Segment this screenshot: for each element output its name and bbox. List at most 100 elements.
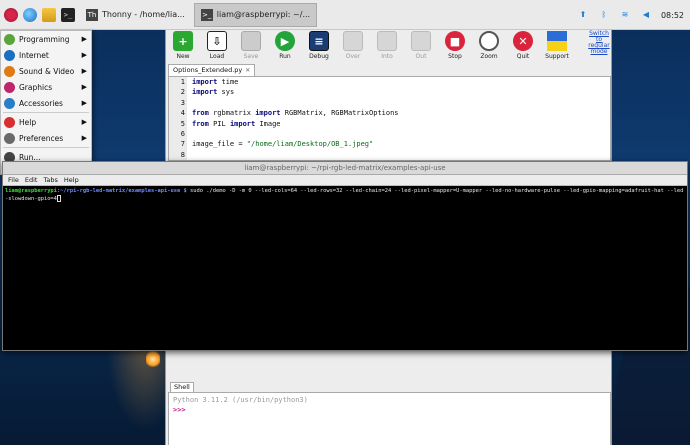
tool-label: Debug [309, 53, 329, 60]
browser-launcher-icon[interactable] [23, 7, 37, 22]
update-icon[interactable]: ⬆ [577, 9, 589, 21]
code-editor[interactable]: 1234567891011 import timeimport sysfrom … [168, 76, 611, 161]
raspberry-menu-icon[interactable] [4, 7, 18, 22]
tool-into-button[interactable]: Into [370, 31, 404, 60]
line-number: 5 [180, 119, 185, 128]
shell-prompt: >>> [173, 406, 186, 414]
menu-item-label: Preferences [19, 133, 64, 143]
python-shell[interactable]: Python 3.11.2 (/usr/bin/python3) >>> [168, 392, 611, 445]
menu-item-graphics[interactable]: Graphics ▶ [1, 79, 91, 95]
tool-label: Save [243, 53, 259, 60]
tool-label: Run [279, 53, 291, 60]
clock[interactable]: 08:52 [661, 11, 684, 20]
code-icon [4, 33, 15, 45]
zoom-icon [479, 31, 499, 51]
code-line: from PIL import Image [192, 119, 399, 129]
menu-item-label: Programming [19, 34, 70, 44]
terminal-menu-tabs[interactable]: Tabs [40, 175, 60, 185]
menu-item-help[interactable]: Help ▶ [1, 114, 91, 130]
menu-item-label: Help [19, 117, 37, 127]
tool-stop-button[interactable]: ■ Stop [438, 31, 472, 60]
close-tab-icon[interactable]: ✕ [245, 65, 250, 76]
terminal-body[interactable]: liam@raspberrypi:~/rpi-rgb-led-matrix/ex… [3, 186, 687, 204]
terminal-path: :~/rpi-rgb-led-matrix/examples-api-use $ [56, 188, 187, 194]
tool-label: Out [415, 53, 427, 60]
taskbar-task-label: Thonny - /home/lia... [102, 10, 185, 19]
tool-new-button[interactable]: + New [166, 31, 200, 60]
stop-icon: ■ [445, 31, 465, 51]
line-number: 4 [180, 109, 185, 118]
submenu-arrow-icon: ▶ [81, 35, 87, 43]
terminal-menu-help[interactable]: Help [61, 175, 82, 185]
submenu-arrow-icon: ▶ [81, 51, 87, 59]
load-icon: ⇩ [207, 31, 227, 51]
switch-regular-mode-link[interactable]: Switch to regular mode [586, 31, 612, 55]
wifi-icon[interactable]: ≋ [619, 9, 631, 21]
terminal-user-host: liam@raspberrypi [5, 188, 57, 194]
code-token: RGBMatrix, RGBMatrixOptions [280, 109, 399, 118]
line-number: 1 [180, 78, 185, 86]
shell-tab[interactable]: Shell [170, 382, 194, 392]
terminal-launcher-icon[interactable]: >_ [61, 7, 75, 22]
tool-debug-button[interactable]: ≡ Debug [302, 31, 336, 60]
tool-label: New [176, 53, 190, 60]
code-token: Image [255, 119, 281, 128]
thonny-toolbar: + New ⇩ Load Save ▶ Run ≡ Debug Over Into Out ■ Stop Z… [166, 30, 611, 64]
tool-run-button[interactable]: ▶ Run [268, 31, 302, 60]
menu-item-accessories[interactable]: Accessories ▶ [1, 95, 91, 111]
code-line: from rgbmatrix import RGBMatrix, RGBMatr… [192, 108, 399, 118]
step-into-icon [377, 31, 397, 51]
code-token: import [192, 88, 218, 97]
code-token: import [229, 119, 256, 128]
submenu-arrow-icon: ▶ [81, 83, 87, 91]
menu-item-label: Sound & Video [19, 66, 75, 76]
tool-load-button[interactable]: ⇩ Load [200, 31, 234, 60]
quit-icon: ✕ [513, 31, 533, 51]
editor-tab-options-extended[interactable]: Options_Extended.py ✕ [168, 64, 256, 76]
thonny-icon: Th [86, 8, 98, 21]
tool-quit-button[interactable]: ✕ Quit [506, 31, 540, 60]
save-icon [241, 31, 261, 51]
taskbar-tasks: Th Thonny - /home/lia... >_ liam@raspberryp… [80, 2, 320, 27]
menu-item-preferences[interactable]: Preferences ▶ [1, 130, 91, 146]
line-number-gutter: 1234567891011 [169, 77, 187, 160]
shell-version: Python 3.11.2 (/usr/bin/python3) [173, 396, 308, 404]
code-token: PIL [208, 119, 230, 128]
line-number: 6 [180, 129, 185, 138]
line-number: 2 [180, 88, 185, 97]
tool-label: Load [209, 53, 225, 60]
tool-over-button[interactable]: Over [336, 31, 370, 60]
file-manager-launcher-icon[interactable] [42, 7, 56, 22]
tool-support-button[interactable]: Support [540, 31, 574, 60]
submenu-arrow-icon: ▶ [81, 118, 87, 126]
tool-label: Over [345, 53, 361, 60]
terminal-title[interactable]: liam@raspberrypi: ~/rpi-rgb-led-matrix/e… [3, 162, 687, 175]
taskbar-task-label: liam@raspberrypi: ~/... [216, 10, 311, 19]
menu-item-internet[interactable]: Internet ▶ [1, 47, 91, 63]
terminal-menu-edit[interactable]: Edit [22, 175, 41, 185]
volume-icon[interactable]: ◀ [640, 9, 652, 21]
submenu-arrow-icon: ▶ [81, 99, 87, 107]
taskbar-task[interactable]: >_ liam@raspberrypi: ~/... [193, 2, 318, 27]
menu-item-label: Internet [19, 50, 49, 60]
code-token: rgbmatrix [208, 109, 256, 118]
code-token: image_file = [192, 140, 247, 149]
terminal-menu-file[interactable]: File [5, 175, 22, 185]
help-icon [4, 116, 15, 128]
ukraine-flag-icon [547, 31, 567, 51]
line-number: 3 [180, 98, 185, 107]
code-token: sys [217, 88, 235, 97]
menu-item-programming[interactable]: Programming ▶ [1, 31, 91, 47]
taskbar-task[interactable]: Th Thonny - /home/lia... [80, 3, 191, 27]
step-over-icon [343, 31, 363, 51]
tool-zoom-button[interactable]: Zoom [472, 31, 506, 60]
debug-icon: ≡ [309, 31, 329, 51]
menu-item-sound-video[interactable]: Sound & Video ▶ [1, 63, 91, 79]
line-number: 8 [180, 150, 185, 159]
tool-out-button[interactable]: Out [404, 31, 438, 60]
step-out-icon [411, 31, 431, 51]
tool-save-button[interactable]: Save [234, 31, 268, 60]
menu-separator [3, 112, 89, 113]
bluetooth-icon[interactable]: ᛒ [598, 9, 610, 21]
